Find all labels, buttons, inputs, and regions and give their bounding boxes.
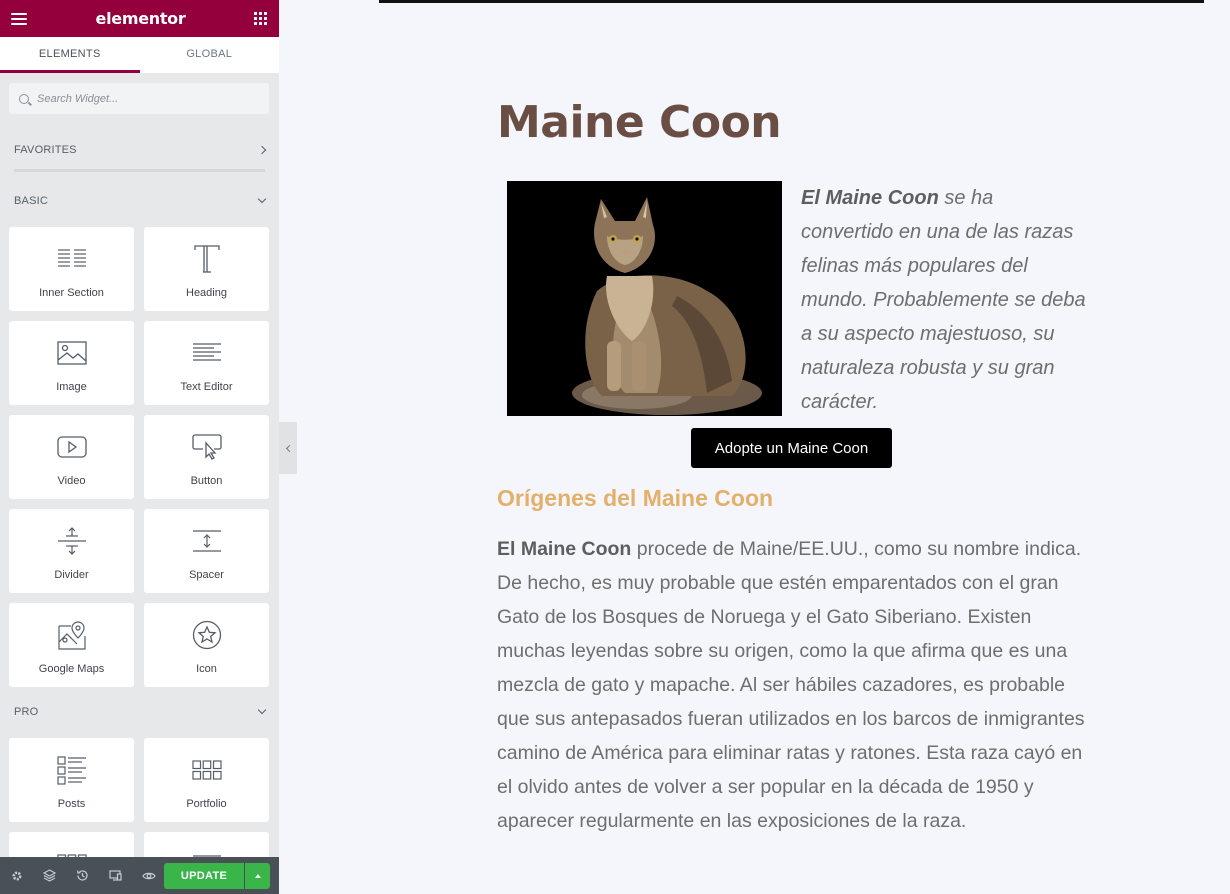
widget-label: Google Maps <box>38 663 105 675</box>
brand-logo: elementor <box>95 9 186 28</box>
history-icon[interactable] <box>66 857 99 894</box>
category-favorites[interactable]: FAVORITES <box>0 141 279 159</box>
header-rule <box>379 0 1204 3</box>
widget-video[interactable]: Video <box>9 415 134 499</box>
chevron-right-icon <box>257 145 267 155</box>
portfolio-icon <box>191 752 222 788</box>
inner-section-icon <box>57 241 87 277</box>
editor-footer: UPDATE <box>0 857 279 894</box>
editor-header: elementor <box>0 0 279 37</box>
spacer-icon <box>192 523 222 559</box>
button-icon <box>191 429 222 465</box>
menu-icon[interactable] <box>11 12 27 25</box>
posts-icon <box>56 752 87 788</box>
intro-text: se ha convertido en una de las razas fel… <box>801 187 1086 413</box>
editor-panel: elementor ELEMENTS GLOBAL FAVORITES BASI… <box>0 0 279 894</box>
category-label: PRO <box>14 706 39 718</box>
divider-icon <box>57 523 87 559</box>
category-label: BASIC <box>14 195 49 207</box>
widget-posts[interactable]: Posts <box>9 738 134 822</box>
body-bold-text: El Maine Coon <box>497 538 632 560</box>
star-icon <box>192 617 222 653</box>
intro-paragraph: El Maine Coon se ha convertido en una de… <box>801 181 1091 419</box>
widget-label: Inner Section <box>39 287 104 299</box>
widget-label: Icon <box>196 663 217 675</box>
widget-text-editor[interactable]: Text Editor <box>144 321 269 405</box>
intro-bold-text: El Maine Coon <box>801 187 939 209</box>
category-pro[interactable]: PRO <box>0 703 279 721</box>
video-icon <box>56 429 87 465</box>
update-options-button[interactable] <box>245 863 270 889</box>
tab-elements[interactable]: ELEMENTS <box>0 37 140 73</box>
chevron-up-icon <box>254 874 261 878</box>
widget-label: Spacer <box>189 569 224 581</box>
origins-paragraph: El Maine Coon procede de Maine/EE.UU., c… <box>497 532 1097 838</box>
widget-label: Divider <box>54 569 89 581</box>
widget-label: Video <box>57 475 86 487</box>
category-label: FAVORITES <box>14 144 77 156</box>
collapse-panel-button[interactable] <box>279 422 297 474</box>
widget-label: Posts <box>57 798 86 810</box>
widget-button[interactable]: Button <box>144 415 269 499</box>
search-icon <box>19 93 29 104</box>
widget-label: Text Editor <box>180 381 233 393</box>
widget-portfolio[interactable]: Portfolio <box>144 738 269 822</box>
widget-inner-section[interactable]: Inner Section <box>9 227 134 311</box>
heading-icon <box>193 241 221 277</box>
google-maps-icon <box>57 617 87 653</box>
widget-heading[interactable]: Heading <box>144 227 269 311</box>
update-button[interactable]: UPDATE <box>164 863 244 889</box>
body-text: procede de Maine/EE.UU., como su nombre … <box>497 538 1085 832</box>
page-title: Maine Coon <box>497 97 782 148</box>
settings-icon[interactable] <box>0 857 33 894</box>
tab-global[interactable]: GLOBAL <box>139 37 279 73</box>
widget-search[interactable] <box>9 83 269 114</box>
chevron-down-icon <box>257 705 267 715</box>
chevron-left-icon <box>285 444 293 452</box>
text-editor-icon <box>192 335 222 371</box>
image-icon <box>56 335 87 371</box>
section-heading: Orígenes del Maine Coon <box>497 485 774 511</box>
widget-label: Portfolio <box>186 798 227 810</box>
widget-icon[interactable]: Icon <box>144 603 269 687</box>
widget-spacer[interactable]: Spacer <box>144 509 269 593</box>
search-input[interactable] <box>37 92 237 105</box>
responsive-icon[interactable] <box>99 857 132 894</box>
layers-icon[interactable] <box>33 857 66 894</box>
widget-label: Button <box>190 475 223 487</box>
widget-label: Image <box>56 381 87 393</box>
maine-coon-photo[interactable] <box>507 181 782 416</box>
widget-image[interactable]: Image <box>9 321 134 405</box>
widget-google-maps[interactable]: Google Maps <box>9 603 134 687</box>
preview-icon[interactable] <box>132 857 165 894</box>
adopt-button[interactable]: Adopte un Maine Coon <box>691 428 892 468</box>
chevron-down-icon <box>257 194 267 204</box>
widget-label: Heading <box>186 287 227 299</box>
panel-tabs: ELEMENTS GLOBAL <box>0 37 279 73</box>
category-basic[interactable]: BASIC <box>0 192 279 210</box>
basic-widgets-grid: Inner Section Heading Image Text Editor … <box>0 227 279 687</box>
widget-divider[interactable]: Divider <box>9 509 134 593</box>
apps-grid-icon[interactable] <box>254 12 267 25</box>
